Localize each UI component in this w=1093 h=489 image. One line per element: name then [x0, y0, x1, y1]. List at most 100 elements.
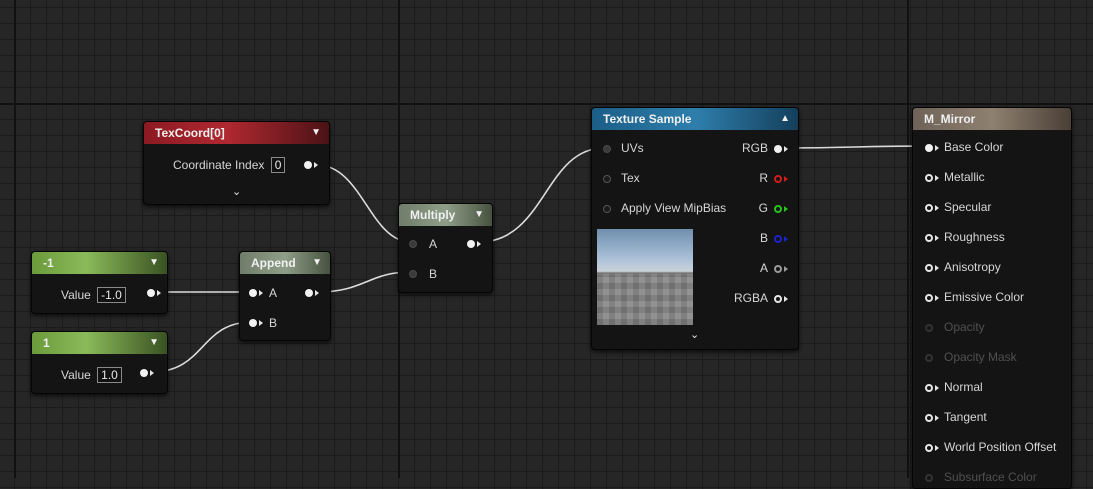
constant-1-value-label: Value — [61, 368, 91, 382]
constant-neg1-node-title: -1 — [43, 256, 54, 270]
b-output-pin[interactable] — [774, 235, 782, 243]
coordinate-index-row: Coordinate Index 0 — [173, 157, 286, 173]
multiply-output-arrow-icon — [477, 241, 481, 247]
tangent-input-arrow-icon — [935, 415, 939, 421]
coordinate-index-label: Coordinate Index — [173, 158, 265, 172]
texture-preview-thumbnail — [597, 229, 693, 325]
anisotropy-input-label: Anisotropy — [944, 260, 1001, 274]
uvs-input-pin[interactable] — [603, 145, 611, 153]
rgba-output-pin[interactable] — [774, 295, 782, 303]
multiply-input-b-pin[interactable] — [409, 270, 417, 278]
subsurface-color-input-label: Subsurface Color — [944, 470, 1037, 484]
material-result-node[interactable]: M_Mirror Base Color Metallic Specular Ro… — [912, 107, 1072, 489]
specular-input-pin[interactable] — [925, 204, 933, 212]
constant-neg1-node-header[interactable]: -1 ▼ — [32, 252, 167, 274]
collapse-chevron-icon[interactable]: ▲ — [780, 108, 790, 130]
append-input-a-pin[interactable] — [249, 289, 257, 297]
wire-rgb-to-basecolor — [784, 145, 928, 149]
tangent-input-label: Tangent — [944, 410, 987, 424]
append-node-header[interactable]: Append ▼ — [240, 252, 330, 274]
multiply-node[interactable]: Multiply ▼ A B — [398, 203, 493, 293]
constant-1-output-pin[interactable] — [140, 369, 148, 377]
opacity-mask-input-pin — [925, 354, 933, 362]
metallic-input-pin[interactable] — [925, 174, 933, 182]
anisotropy-input-pin[interactable] — [925, 264, 933, 272]
roughness-input-pin[interactable] — [925, 234, 933, 242]
rgba-output-arrow-icon — [784, 296, 788, 302]
emissive-color-input-arrow-icon — [935, 295, 939, 301]
world-position-offset-input-pin[interactable] — [925, 444, 933, 452]
subsurface-color-input-pin — [925, 474, 933, 482]
g-output-pin[interactable] — [774, 205, 782, 213]
g-output-label: G — [758, 201, 768, 215]
roughness-input-arrow-icon — [935, 235, 939, 241]
texture-sample-node-header[interactable]: Texture Sample ▲ — [592, 108, 798, 130]
constant-neg1-output-pin[interactable] — [147, 289, 155, 297]
constant-neg1-node[interactable]: -1 ▼ Value -1.0 — [31, 251, 168, 314]
constant-1-output-arrow-icon — [150, 370, 154, 376]
normal-input-arrow-icon — [935, 385, 939, 391]
texture-sample-node[interactable]: Texture Sample ▲ UVs Tex Apply View MipB… — [591, 107, 799, 350]
constant-neg1-value-row: Value -1.0 — [61, 287, 126, 303]
multiply-node-header[interactable]: Multiply ▼ — [399, 204, 492, 226]
r-output-pin[interactable] — [774, 175, 782, 183]
world-position-offset-input-label: World Position Offset — [944, 440, 1057, 454]
tangent-input-pin[interactable] — [925, 414, 933, 422]
mipbias-input-label: Apply View MipBias — [621, 201, 727, 215]
append-output-pin[interactable] — [305, 289, 313, 297]
tex-input-pin[interactable] — [603, 175, 611, 183]
collapse-chevron-icon[interactable]: ▼ — [474, 204, 484, 226]
anisotropy-input-arrow-icon — [935, 265, 939, 271]
multiply-node-title: Multiply — [410, 208, 456, 222]
wire-texcoord-to-multiply-a — [316, 164, 412, 243]
expand-arrow-icon[interactable]: ⌄ — [232, 185, 241, 198]
append-node[interactable]: Append ▼ A B — [239, 251, 331, 341]
opacity-input-pin — [925, 324, 933, 332]
append-input-b-arrow-icon — [259, 320, 263, 326]
a-output-pin[interactable] — [774, 265, 782, 273]
opacity-mask-input-label: Opacity Mask — [944, 350, 1017, 364]
r-output-arrow-icon — [784, 176, 788, 182]
metallic-input-arrow-icon — [935, 175, 939, 181]
collapse-chevron-icon[interactable]: ▼ — [312, 252, 322, 274]
texture-sample-node-title: Texture Sample — [603, 112, 692, 126]
emissive-color-input-label: Emissive Color — [944, 290, 1025, 304]
specular-input-arrow-icon — [935, 205, 939, 211]
constant-neg1-output-arrow-icon — [157, 290, 161, 296]
tex-input-label: Tex — [621, 171, 640, 185]
coordinate-index-value[interactable]: 0 — [270, 157, 286, 173]
constant-1-node-header[interactable]: 1 ▼ — [32, 332, 167, 354]
material-result-node-title: M_Mirror — [924, 112, 976, 126]
constant-neg1-value-field[interactable]: -1.0 — [97, 287, 126, 303]
append-input-a-label: A — [269, 286, 278, 300]
texcoord-node[interactable]: TexCoord[0] ▼ Coordinate Index 0 ⌄ — [143, 121, 330, 205]
multiply-output-pin[interactable] — [467, 240, 475, 248]
normal-input-pin[interactable] — [925, 384, 933, 392]
collapse-chevron-icon[interactable]: ▼ — [149, 252, 159, 274]
world-position-offset-input-arrow-icon — [935, 445, 939, 451]
collapse-chevron-icon[interactable]: ▼ — [311, 122, 321, 144]
opacity-input-label: Opacity — [944, 320, 985, 334]
texcoord-output-arrow-icon — [314, 162, 318, 168]
collapse-chevron-icon[interactable]: ▼ — [149, 332, 159, 354]
rgb-output-arrow-icon — [784, 146, 788, 152]
append-input-b-pin[interactable] — [249, 319, 257, 327]
multiply-input-a-pin[interactable] — [409, 240, 417, 248]
mipbias-input-pin[interactable] — [603, 205, 611, 213]
material-result-node-header[interactable]: M_Mirror — [913, 108, 1071, 130]
texcoord-output-pin[interactable] — [304, 161, 312, 169]
rgb-output-label: RGB — [741, 141, 768, 155]
constant-1-node[interactable]: 1 ▼ Value 1.0 — [31, 331, 168, 394]
specular-input-label: Specular — [944, 200, 992, 214]
base-color-input-arrow-icon — [935, 145, 939, 151]
base-color-input-pin[interactable] — [925, 144, 933, 152]
rgb-output-pin[interactable] — [774, 145, 782, 153]
constant-1-value-field[interactable]: 1.0 — [97, 367, 122, 383]
constant-1-node-title: 1 — [43, 336, 50, 350]
texcoord-node-header[interactable]: TexCoord[0] ▼ — [144, 122, 329, 144]
append-input-b-label: B — [269, 316, 278, 330]
expand-arrow-icon[interactable]: ⌄ — [690, 328, 699, 341]
base-color-input-label: Base Color — [944, 140, 1004, 154]
append-node-title: Append — [251, 256, 296, 270]
emissive-color-input-pin[interactable] — [925, 294, 933, 302]
